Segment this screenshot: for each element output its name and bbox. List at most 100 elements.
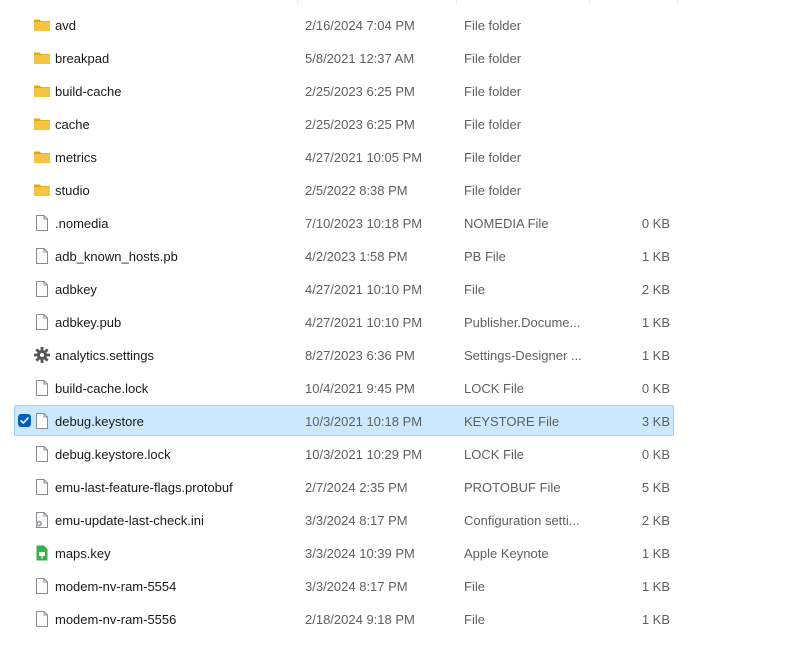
file-row-debug-keystore[interactable]: debug.keystore 10/3/2021 10:18 PM KEYSTO… <box>14 405 674 436</box>
file-date-modified: 2/7/2024 2:35 PM <box>305 480 408 495</box>
file-list: avd 2/16/2024 7:04 PM File folder breakp… <box>14 9 674 636</box>
file-icon <box>33 577 51 595</box>
file-name: emu-update-last-check.ini <box>55 513 204 528</box>
file-size: 1 KB <box>641 315 670 330</box>
file-date-modified: 3/3/2024 8:17 PM <box>305 513 408 528</box>
file-size: 1 KB <box>641 612 670 627</box>
file-type: LOCK File <box>464 447 524 462</box>
file-size: 0 KB <box>641 447 670 462</box>
file-name: modem-nv-ram-5554 <box>55 579 177 594</box>
folder-icon <box>33 148 51 166</box>
file-type: PB File <box>464 249 506 264</box>
file-size: 1 KB <box>641 579 670 594</box>
file-date-modified: 2/16/2024 7:04 PM <box>305 18 415 33</box>
file-type: Publisher.Docume... <box>464 315 581 330</box>
file-size: 2 KB <box>641 282 670 297</box>
folder-icon <box>33 49 51 67</box>
file-name: maps.key <box>55 546 111 561</box>
file-row-modem-nv-ram-5554[interactable]: modem-nv-ram-5554 3/3/2024 8:17 PM File … <box>14 570 674 601</box>
file-icon <box>33 610 51 628</box>
file-date-modified: 10/3/2021 10:29 PM <box>305 447 423 462</box>
file-name: adbkey <box>55 282 97 297</box>
file-date-modified: 2/25/2023 6:25 PM <box>305 84 415 99</box>
column-divider-size[interactable] <box>589 0 590 4</box>
file-name: avd <box>55 18 76 33</box>
file-row-nomedia[interactable]: .nomedia 7/10/2023 10:18 PM NOMEDIA File… <box>14 207 674 238</box>
file-date-modified: 10/4/2021 9:45 PM <box>305 381 415 396</box>
file-row-adbkey-pub[interactable]: adbkey.pub 4/27/2021 10:10 PM Publisher.… <box>14 306 674 337</box>
file-type: File folder <box>464 117 522 132</box>
file-date-modified: 7/10/2023 10:18 PM <box>305 216 423 231</box>
file-type: Apple Keynote <box>464 546 549 561</box>
file-size: 1 KB <box>641 249 670 264</box>
file-row-modem-nv-ram-5556[interactable]: modem-nv-ram-5556 2/18/2024 9:18 PM File… <box>14 603 674 634</box>
file-icon <box>33 478 51 496</box>
file-row-avd[interactable]: avd 2/16/2024 7:04 PM File folder <box>14 9 674 40</box>
file-date-modified: 4/2/2023 1:58 PM <box>305 249 408 264</box>
file-row-adbkey[interactable]: adbkey 4/27/2021 10:10 PM File 2 KB <box>14 273 674 304</box>
file-row-emu-update-last-check-ini[interactable]: emu-update-last-check.ini 3/3/2024 8:17 … <box>14 504 674 535</box>
file-type: File folder <box>464 18 522 33</box>
row-checkbox[interactable] <box>18 414 31 427</box>
file-row-studio[interactable]: studio 2/5/2022 8:38 PM File folder <box>14 174 674 205</box>
file-type: KEYSTORE File <box>464 414 560 429</box>
file-row-analytics-settings[interactable]: analytics.settings 8/27/2023 6:36 PM Set… <box>14 339 674 370</box>
file-type: File folder <box>464 150 522 165</box>
file-icon <box>33 412 51 430</box>
file-name: debug.keystore <box>55 414 144 429</box>
file-name: analytics.settings <box>55 348 154 363</box>
file-row-cache[interactable]: cache 2/25/2023 6:25 PM File folder <box>14 108 674 139</box>
file-type: File <box>464 579 485 594</box>
file-date-modified: 2/5/2022 8:38 PM <box>305 183 408 198</box>
file-size: 1 KB <box>641 546 670 561</box>
file-name: .nomedia <box>55 216 109 231</box>
file-date-modified: 3/3/2024 8:17 PM <box>305 579 408 594</box>
file-icon <box>33 280 51 298</box>
file-row-metrics[interactable]: metrics 4/27/2021 10:05 PM File folder <box>14 141 674 172</box>
file-icon <box>33 214 51 232</box>
folder-icon <box>33 181 51 199</box>
file-name: build-cache.lock <box>55 381 149 396</box>
file-row-debug-keystore-lock[interactable]: debug.keystore.lock 10/3/2021 10:29 PM L… <box>14 438 674 469</box>
file-size: 3 KB <box>641 414 670 429</box>
file-name: breakpad <box>55 51 110 66</box>
gear-icon <box>33 346 51 364</box>
file-name: build-cache <box>55 84 122 99</box>
file-name: debug.keystore.lock <box>55 447 171 462</box>
file-name: studio <box>55 183 90 198</box>
file-date-modified: 2/25/2023 6:25 PM <box>305 117 415 132</box>
file-type: File <box>464 612 485 627</box>
file-type: File folder <box>464 183 522 198</box>
column-divider-end[interactable] <box>677 0 678 4</box>
file-icon <box>33 379 51 397</box>
file-type: File <box>464 282 485 297</box>
file-icon <box>33 247 51 265</box>
file-date-modified: 3/3/2024 10:39 PM <box>305 546 415 561</box>
file-name: adb_known_hosts.pb <box>55 249 178 264</box>
file-icon <box>33 313 51 331</box>
config-file-icon <box>33 511 51 529</box>
file-size: 2 KB <box>641 513 670 528</box>
file-size: 5 KB <box>641 480 670 495</box>
file-date-modified: 10/3/2021 10:18 PM <box>305 414 423 429</box>
file-type: NOMEDIA File <box>464 216 549 231</box>
file-row-maps-key[interactable]: maps.key 3/3/2024 10:39 PM Apple Keynote… <box>14 537 674 568</box>
file-icon <box>33 445 51 463</box>
file-row-adb-known-hosts-pb[interactable]: adb_known_hosts.pb 4/2/2023 1:58 PM PB F… <box>14 240 674 271</box>
file-row-emu-last-feature-flags-protobuf[interactable]: emu-last-feature-flags.protobuf 2/7/2024… <box>14 471 674 502</box>
file-type: File folder <box>464 51 522 66</box>
column-divider-date[interactable] <box>297 0 298 4</box>
folder-icon <box>33 82 51 100</box>
file-type: Configuration setti... <box>464 513 580 528</box>
file-row-build-cache[interactable]: build-cache 2/25/2023 6:25 PM File folde… <box>14 75 674 106</box>
file-row-breakpad[interactable]: breakpad 5/8/2021 12:37 AM File folder <box>14 42 674 73</box>
file-size: 0 KB <box>641 381 670 396</box>
file-type: Settings-Designer ... <box>464 348 582 363</box>
file-date-modified: 4/27/2021 10:05 PM <box>305 150 423 165</box>
column-divider-type[interactable] <box>456 0 457 4</box>
folder-icon <box>33 115 51 133</box>
file-date-modified: 8/27/2023 6:36 PM <box>305 348 415 363</box>
file-date-modified: 5/8/2021 12:37 AM <box>305 51 415 66</box>
file-date-modified: 4/27/2021 10:10 PM <box>305 282 423 297</box>
file-row-build-cache-lock[interactable]: build-cache.lock 10/4/2021 9:45 PM LOCK … <box>14 372 674 403</box>
